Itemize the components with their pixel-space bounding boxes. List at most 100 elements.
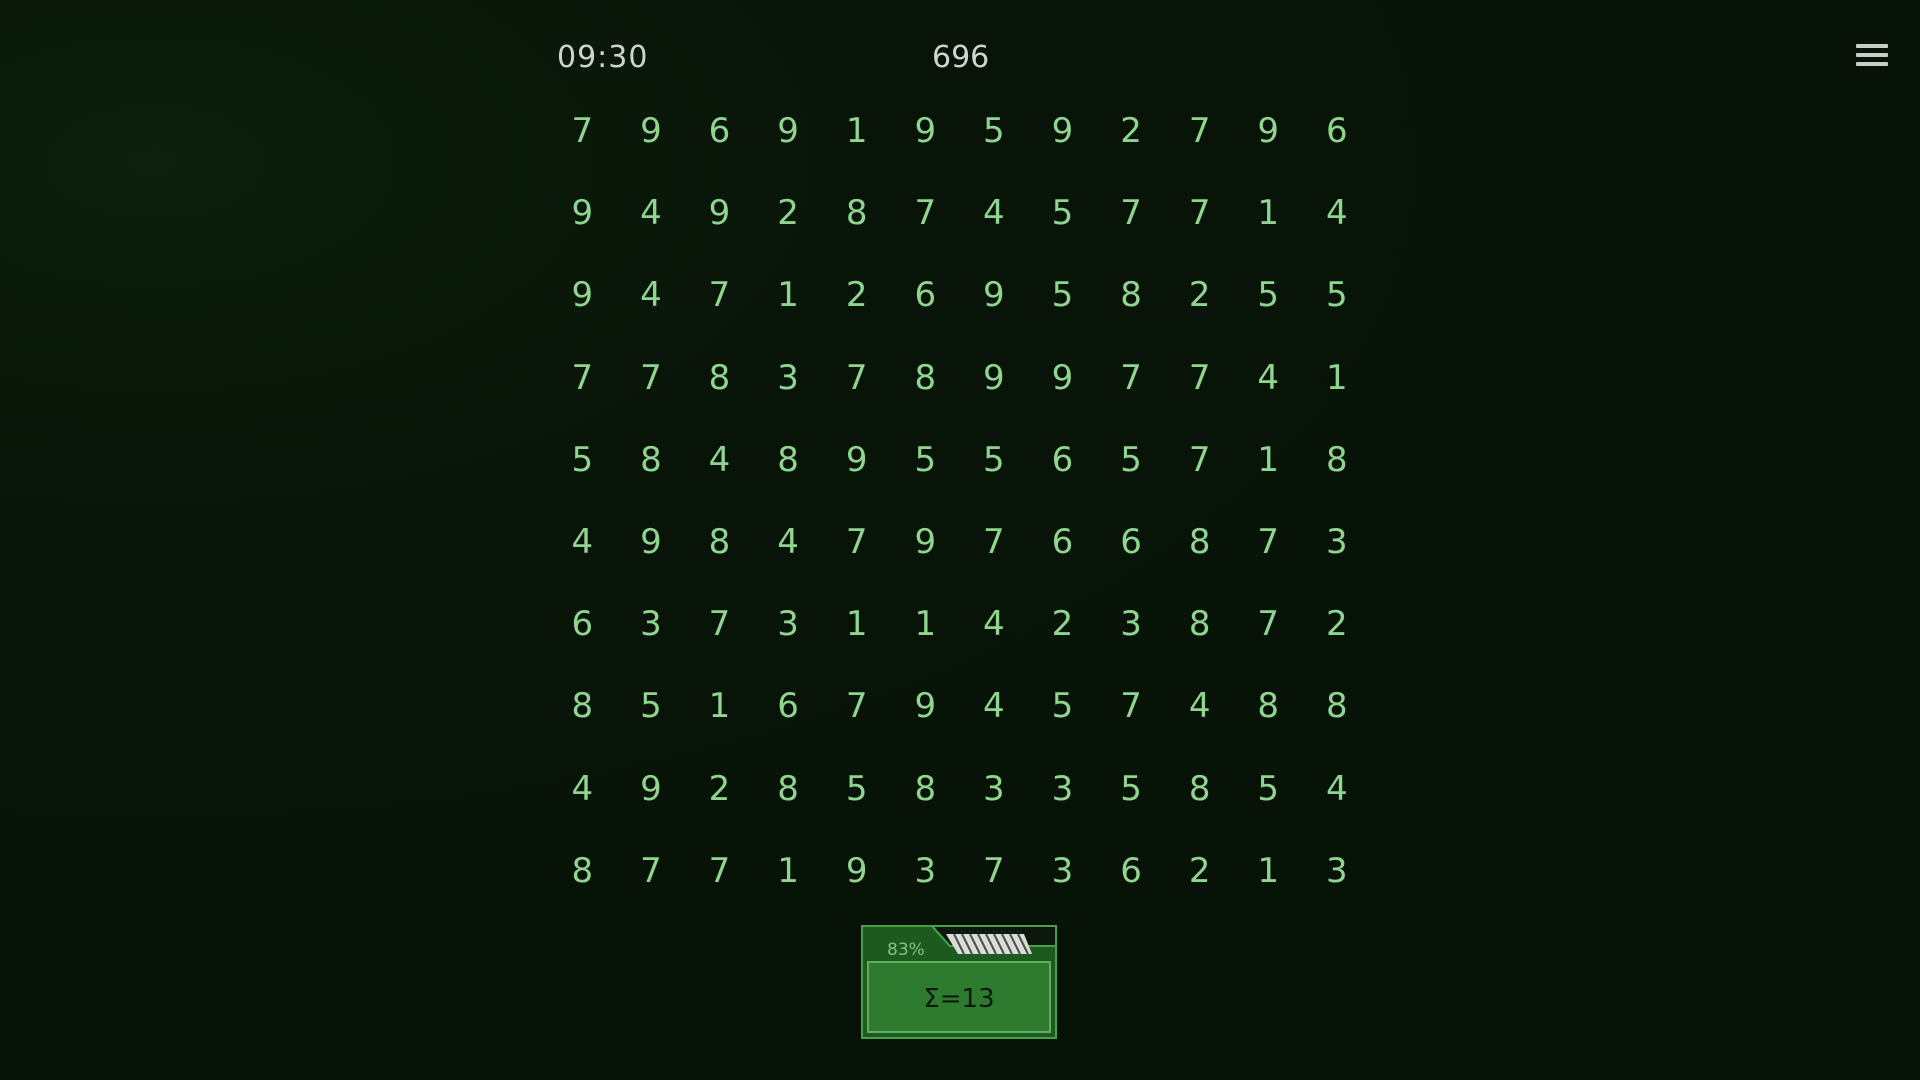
grid-cell[interactable]: 9 [822,839,891,921]
grid-cell[interactable]: 2 [754,181,823,263]
grid-cell[interactable]: 7 [1234,510,1303,592]
grid-cell[interactable]: 4 [1234,346,1303,428]
grid-cell[interactable]: 5 [891,428,960,510]
grid-cell[interactable]: 7 [617,346,686,428]
grid-cell[interactable]: 1 [1234,428,1303,510]
grid-cell[interactable]: 7 [1165,181,1234,263]
grid-cell[interactable]: 4 [617,263,686,345]
grid-cell[interactable]: 8 [1165,510,1234,592]
grid-cell[interactable]: 2 [822,263,891,345]
grid-cell[interactable]: 1 [1234,181,1303,263]
grid-cell[interactable]: 7 [685,592,754,674]
grid-cell[interactable]: 7 [685,263,754,345]
grid-cell[interactable]: 4 [685,428,754,510]
grid-cell[interactable]: 6 [891,263,960,345]
grid-cell[interactable]: 8 [1234,674,1303,756]
grid-cell[interactable]: 3 [754,346,823,428]
grid-cell[interactable]: 4 [617,181,686,263]
grid-cell[interactable]: 9 [685,181,754,263]
grid-cell[interactable]: 7 [822,346,891,428]
grid-cell[interactable]: 5 [1234,263,1303,345]
grid-cell[interactable]: 9 [548,263,617,345]
grid-cell[interactable]: 9 [1028,346,1097,428]
grid-cell[interactable]: 9 [548,181,617,263]
grid-cell[interactable]: 7 [1097,346,1166,428]
grid-cell[interactable]: 6 [754,674,823,756]
grid-cell[interactable]: 4 [548,510,617,592]
grid-cell[interactable]: 9 [754,99,823,181]
grid-cell[interactable]: 3 [891,839,960,921]
grid-cell[interactable]: 2 [1165,839,1234,921]
grid-cell[interactable]: 8 [754,757,823,839]
grid-cell[interactable]: 3 [1097,592,1166,674]
grid-cell[interactable]: 8 [822,181,891,263]
grid-cell[interactable]: 7 [1165,99,1234,181]
grid-cell[interactable]: 9 [891,99,960,181]
grid-cell[interactable]: 8 [685,346,754,428]
grid-cell[interactable]: 5 [1097,757,1166,839]
grid-cell[interactable]: 4 [1303,181,1372,263]
grid-cell[interactable]: 4 [960,592,1029,674]
grid-cell[interactable]: 4 [960,674,1029,756]
grid-cell[interactable]: 9 [891,510,960,592]
grid-cell[interactable]: 8 [617,428,686,510]
grid-cell[interactable]: 6 [1097,839,1166,921]
grid-cell[interactable]: 3 [1028,839,1097,921]
grid-cell[interactable]: 9 [960,263,1029,345]
grid-cell[interactable]: 6 [685,99,754,181]
grid-cell[interactable]: 4 [1165,674,1234,756]
grid-cell[interactable]: 4 [960,181,1029,263]
grid-cell[interactable]: 1 [822,592,891,674]
grid-cell[interactable]: 8 [1165,592,1234,674]
grid-cell[interactable]: 5 [1097,428,1166,510]
grid-cell[interactable]: 5 [1234,757,1303,839]
grid-cell[interactable]: 1 [754,839,823,921]
grid-cell[interactable]: 5 [1303,263,1372,345]
grid-cell[interactable]: 9 [822,428,891,510]
grid-cell[interactable]: 2 [685,757,754,839]
grid-cell[interactable]: 4 [548,757,617,839]
grid-cell[interactable]: 3 [1303,839,1372,921]
grid-cell[interactable]: 8 [548,674,617,756]
grid-cell[interactable]: 9 [617,99,686,181]
grid-cell[interactable]: 9 [617,510,686,592]
grid-cell[interactable]: 8 [891,346,960,428]
grid-cell[interactable]: 5 [822,757,891,839]
grid-cell[interactable]: 1 [1303,346,1372,428]
grid-cell[interactable]: 7 [617,839,686,921]
grid-cell[interactable]: 3 [1028,757,1097,839]
grid-cell[interactable]: 6 [548,592,617,674]
grid-cell[interactable]: 2 [1028,592,1097,674]
grid-cell[interactable]: 1 [1234,839,1303,921]
grid-cell[interactable]: 6 [1028,510,1097,592]
grid-cell[interactable]: 7 [822,674,891,756]
grid-cell[interactable]: 9 [617,757,686,839]
grid-cell[interactable]: 5 [1028,181,1097,263]
grid-cell[interactable]: 7 [548,346,617,428]
grid-cell[interactable]: 9 [1234,99,1303,181]
grid-cell[interactable]: 1 [891,592,960,674]
grid-cell[interactable]: 7 [685,839,754,921]
grid-cell[interactable]: 1 [685,674,754,756]
grid-cell[interactable]: 7 [1097,674,1166,756]
grid-cell[interactable]: 4 [754,510,823,592]
grid-cell[interactable]: 6 [1303,99,1372,181]
grid-cell[interactable]: 9 [960,346,1029,428]
grid-cell[interactable]: 5 [960,99,1029,181]
grid-cell[interactable]: 7 [960,510,1029,592]
grid-cell[interactable]: 8 [1303,428,1372,510]
grid-cell[interactable]: 6 [1097,510,1166,592]
grid-cell[interactable]: 3 [1303,510,1372,592]
grid-cell[interactable]: 7 [1165,346,1234,428]
grid-cell[interactable]: 8 [1097,263,1166,345]
grid-cell[interactable]: 2 [1303,592,1372,674]
grid-cell[interactable]: 7 [960,839,1029,921]
grid-cell[interactable]: 9 [891,674,960,756]
grid-cell[interactable]: 8 [685,510,754,592]
grid-cell[interactable]: 5 [1028,674,1097,756]
grid-cell[interactable]: 8 [548,839,617,921]
grid-cell[interactable]: 4 [1303,757,1372,839]
hamburger-menu-icon[interactable] [1856,44,1888,72]
grid-cell[interactable]: 2 [1165,263,1234,345]
grid-cell[interactable]: 8 [1165,757,1234,839]
